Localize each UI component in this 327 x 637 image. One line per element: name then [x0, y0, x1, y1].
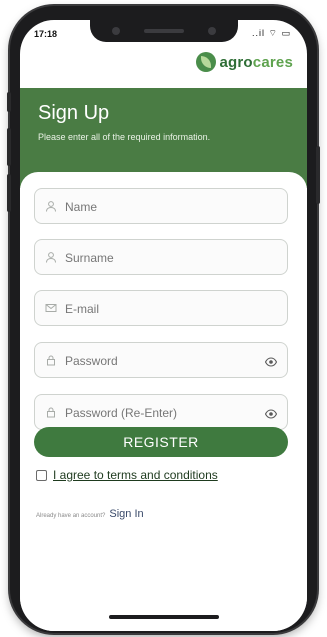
- have-account-text: Already have an account?: [36, 513, 106, 519]
- email-input[interactable]: [65, 300, 255, 318]
- mail-icon: [45, 302, 57, 314]
- brand-name: agrocares: [219, 54, 293, 71]
- email-field[interactable]: [34, 290, 288, 326]
- terms-link[interactable]: I agree to terms and conditions: [53, 468, 218, 482]
- password-input[interactable]: [65, 352, 255, 370]
- terms-row: I agree to terms and conditions: [36, 468, 218, 482]
- speaker-grille: [143, 29, 184, 33]
- surname-field[interactable]: [34, 239, 288, 275]
- home-indicator: [108, 615, 219, 619]
- person-icon: [45, 200, 57, 212]
- status-indicators: ..il ⌔ ▭: [252, 28, 291, 38]
- sensor-icon: [207, 27, 216, 35]
- brand-suffix: cares: [252, 53, 293, 71]
- page-subtitle: Please enter all of the required informa…: [38, 132, 211, 142]
- terms-checkbox[interactable]: [36, 469, 47, 481]
- status-time: 17:18: [34, 29, 58, 39]
- mute-switch: [7, 92, 11, 112]
- page-title: Sign Up: [38, 102, 110, 124]
- surname-input[interactable]: [65, 249, 255, 267]
- lock-icon: [45, 354, 57, 366]
- password-reenter-field[interactable]: [34, 394, 288, 430]
- brand-prefix: agro: [219, 53, 253, 71]
- signup-form: [20, 172, 307, 631]
- person-icon: [45, 251, 57, 263]
- status-bar: 17:18 ..il ⌔ ▭: [20, 20, 307, 50]
- name-field[interactable]: [34, 188, 288, 224]
- lock-icon: [45, 406, 57, 418]
- sign-in-link[interactable]: Sign In: [109, 508, 143, 520]
- power-button: [316, 146, 320, 204]
- eye-icon[interactable]: [264, 407, 278, 419]
- register-button[interactable]: REGISTER: [34, 427, 288, 457]
- signin-row: Already have an account? Sign In: [36, 508, 144, 520]
- password-field[interactable]: [34, 342, 288, 378]
- eye-icon[interactable]: [264, 355, 278, 367]
- password-reenter-input[interactable]: [65, 404, 255, 422]
- camera-icon: [111, 27, 120, 35]
- phone-screen: 17:18 ..il ⌔ ▭ agrocares Sign Up Please …: [20, 20, 307, 631]
- volume-up-button: [7, 128, 11, 166]
- leaf-logo-icon: [196, 52, 217, 72]
- brand-logo: agrocares: [196, 52, 293, 72]
- volume-down-button: [7, 174, 11, 212]
- name-input[interactable]: [65, 198, 255, 216]
- notch: [89, 20, 238, 42]
